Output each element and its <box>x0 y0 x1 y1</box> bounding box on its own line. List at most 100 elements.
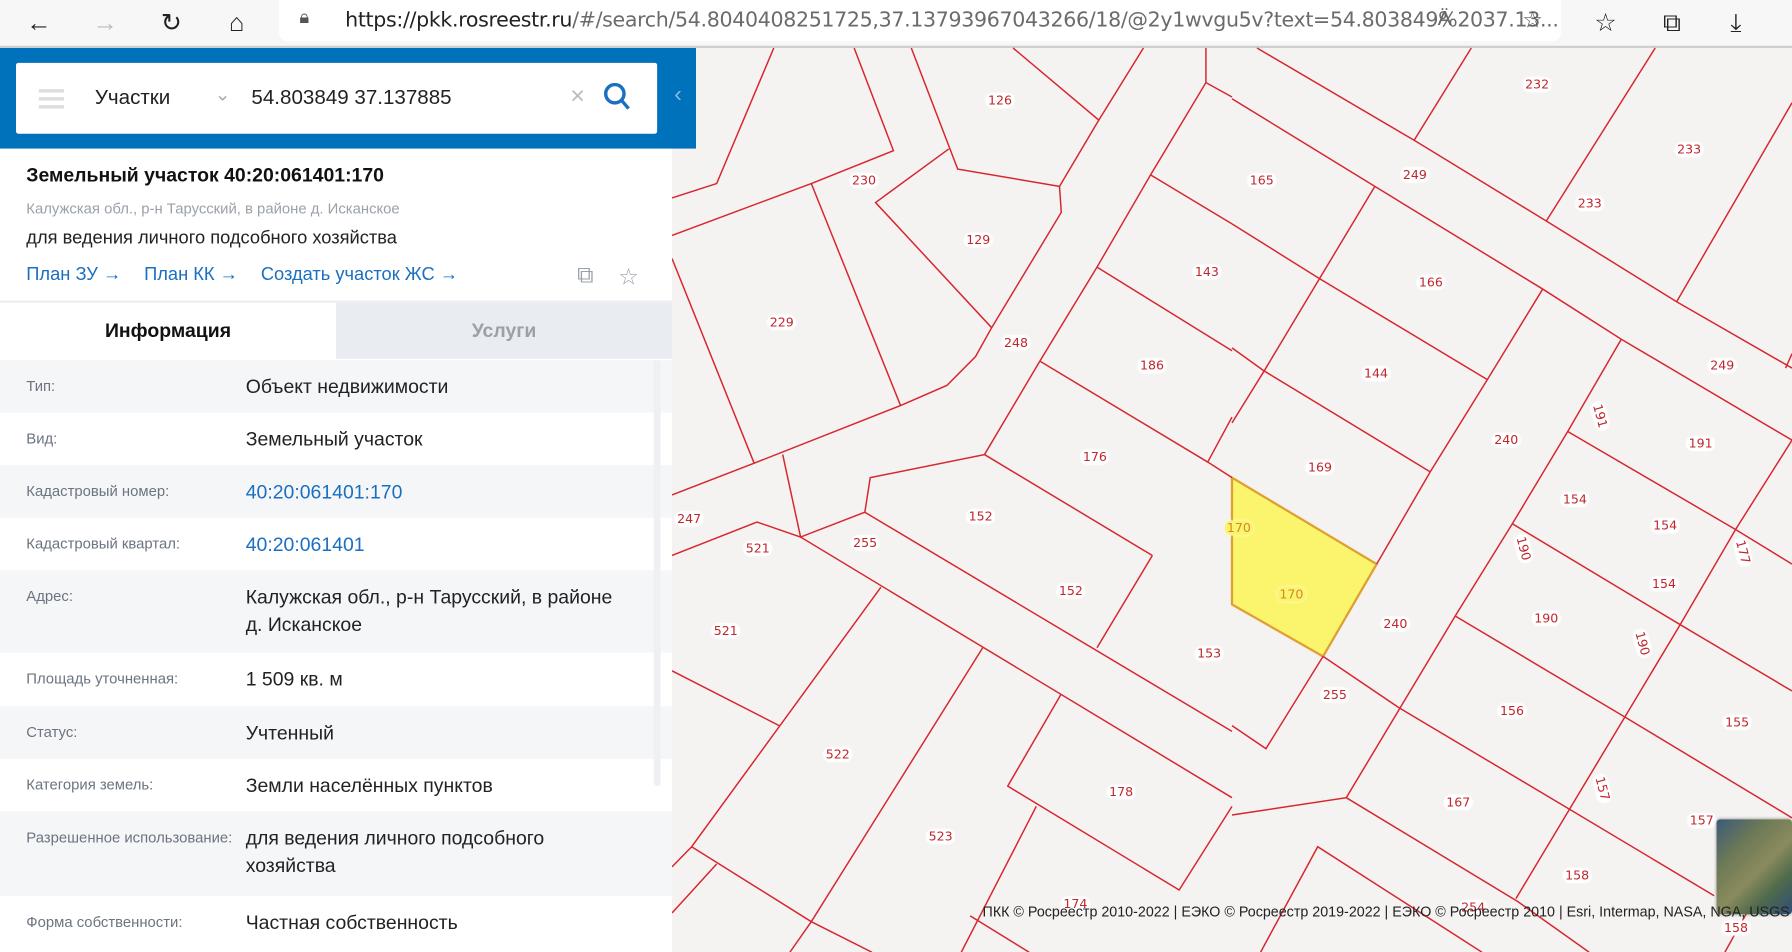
parcel-label: 165 <box>1247 173 1276 188</box>
parcel-label: 248 <box>1001 335 1031 351</box>
table-row: Категория земель: Земли населённых пункто… <box>0 759 672 812</box>
tabs: Информация Услуги <box>0 302 672 359</box>
parcel-label: 154 <box>1650 518 1680 534</box>
search-input[interactable] <box>251 85 560 110</box>
row-value: Земли населённых пунктов <box>245 774 493 797</box>
parcel-label: 521 <box>711 623 740 639</box>
chevron-down-icon[interactable]: ⌄ <box>215 83 230 106</box>
parcel-label: 522 <box>823 746 852 762</box>
row-label: Кадастровый квартал: <box>26 534 181 552</box>
table-row: Кадастровый номер: 40:20:061401:170 <box>0 465 672 518</box>
collapse-panel-icon[interactable]: ‹ <box>674 82 682 108</box>
row-label: Статус: <box>26 723 78 741</box>
search-icon[interactable] <box>602 81 632 113</box>
parcel-label: 144 <box>1361 366 1391 382</box>
row-value: Объект недвижимости <box>245 375 449 398</box>
row-value: Земельный участок <box>245 428 423 451</box>
parcel-label: 247 <box>674 511 704 527</box>
table-row: Кадастровый квартал: 40:20:061401 <box>0 518 672 571</box>
parcel-label: 169 <box>1305 459 1335 475</box>
parcel-label: 157 <box>1687 813 1716 828</box>
search-header: Участки ⌄ × ‹ <box>0 47 696 149</box>
row-value: Частная собственность <box>245 911 458 934</box>
object-title: Земельный участок 40:20:061401:170 <box>26 164 384 187</box>
parcel-label: 190 <box>1531 610 1561 626</box>
parcel-label: 152 <box>1056 583 1086 599</box>
row-label: Адрес: <box>26 587 73 605</box>
parcel-label: 186 <box>1137 358 1167 374</box>
parcel-label: 129 <box>963 232 993 248</box>
row-value: Учтенный <box>245 722 334 744</box>
search-bar: Участки ⌄ × <box>15 62 658 134</box>
selected-parcel-170 <box>1232 478 1377 657</box>
row-label: Разрешенное использование: <box>26 828 233 846</box>
parcel-label: 166 <box>1416 274 1446 290</box>
parcel-label: 255 <box>1320 687 1350 703</box>
parcel-label: 170 <box>1224 520 1254 536</box>
scrollbar[interactable] <box>653 359 661 787</box>
basemap-satellite-toggle[interactable] <box>1716 819 1792 915</box>
table-row: Форма собственности: Частная собственност… <box>0 896 672 949</box>
parcel-label: 249 <box>1707 358 1737 374</box>
parcel-label: 154 <box>1560 491 1590 507</box>
row-label: Тип: <box>26 377 56 395</box>
table-row: Адрес: Калужская обл., р-н Тарусский, в р… <box>0 570 672 653</box>
parcel-label: 521 <box>743 541 772 556</box>
parcel-label: 233 <box>1575 195 1604 211</box>
create-parcel-link[interactable]: Создать участок ЖС → <box>261 265 458 286</box>
parcel-label: 126 <box>985 93 1015 108</box>
cadastral-number-link[interactable]: 40:20:061401:170 <box>246 479 635 518</box>
parcel-label: 249 <box>1400 167 1430 183</box>
plan-zu-link[interactable]: План ЗУ → <box>26 265 121 286</box>
table-row: Вид: Земельный участок <box>0 413 672 466</box>
row-label: Кадастровый номер: <box>26 482 170 500</box>
parcel-label: 158 <box>1721 920 1751 936</box>
object-usage: для ведения личного подсобного хозяйства <box>26 228 397 248</box>
parcel-label: 191 <box>1686 435 1715 451</box>
row-label: Вид: <box>26 429 58 447</box>
search-document-icon[interactable]: ⧉ <box>577 263 593 289</box>
parcel-label: 178 <box>1106 784 1136 800</box>
row-label: Форма собственности: <box>26 913 183 931</box>
info-panel: Участки ⌄ × ‹ Земельный участок 40:20:06… <box>0 47 696 952</box>
parcel-label: 176 <box>1080 449 1110 465</box>
menu-icon[interactable] <box>38 89 64 113</box>
parcel-label: 155 <box>1722 714 1752 730</box>
parcel-label: 153 <box>1194 646 1224 662</box>
attributes-table: Тип: Объект недвижимости Вид: Земельный уч… <box>0 359 672 949</box>
parcel-label: 233 <box>1674 142 1704 158</box>
parcel-label: 170 <box>1277 586 1306 602</box>
parcel-label: 230 <box>849 173 879 188</box>
table-row: Тип: Объект недвижимости <box>0 359 672 413</box>
parcel-label: 167 <box>1443 794 1473 810</box>
parcel-label: 156 <box>1497 703 1527 719</box>
table-row: Статус: Учтенный <box>0 706 672 759</box>
row-label: Площадь уточненная: <box>26 669 179 687</box>
parcel-label: 143 <box>1192 264 1222 280</box>
parcel-label: 232 <box>1522 77 1552 92</box>
table-row: Площадь уточненная: 1 509 кв. м <box>0 653 672 707</box>
tab-information[interactable]: Информация <box>0 302 336 359</box>
row-value: для ведения личного подсобного хозяйства <box>245 827 545 877</box>
cadastral-block-link[interactable]: 40:20:061401 <box>246 531 635 570</box>
row-label: Категория земель: <box>26 775 154 794</box>
parcel-label: 240 <box>1381 616 1410 632</box>
parcel-label: 152 <box>966 509 995 524</box>
parcel-label: 240 <box>1491 432 1521 448</box>
clear-icon[interactable]: × <box>570 81 585 111</box>
map-attribution: ПКК © Росреестр 2010-2022 | ЕЭКО © Росре… <box>982 903 1790 920</box>
parcel-label: 229 <box>767 314 796 330</box>
parcel-label: 154 <box>1649 576 1679 592</box>
cadastral-map[interactable]: 126 230 129 229 248 232 165 249 233 233 143 166 186 1… <box>672 48 1792 952</box>
parcel-label: 158 <box>1562 867 1592 883</box>
row-value: Калужская обл., р-н Тарусский, в районе … <box>245 586 613 636</box>
object-address: Калужская обл., р-н Тарусский, в районе … <box>26 199 400 218</box>
category-select[interactable]: Участки <box>95 86 170 110</box>
table-row: Разрешенное использование: для ведения ли… <box>0 811 672 896</box>
row-value: 1 509 кв. м <box>245 668 343 691</box>
star-icon[interactable]: ☆ <box>618 263 639 292</box>
tab-services[interactable]: Услуги <box>335 302 672 359</box>
parcel-label: 523 <box>926 829 955 844</box>
plan-kk-link[interactable]: План КК → <box>144 265 238 286</box>
parcel-label: 255 <box>850 535 880 551</box>
